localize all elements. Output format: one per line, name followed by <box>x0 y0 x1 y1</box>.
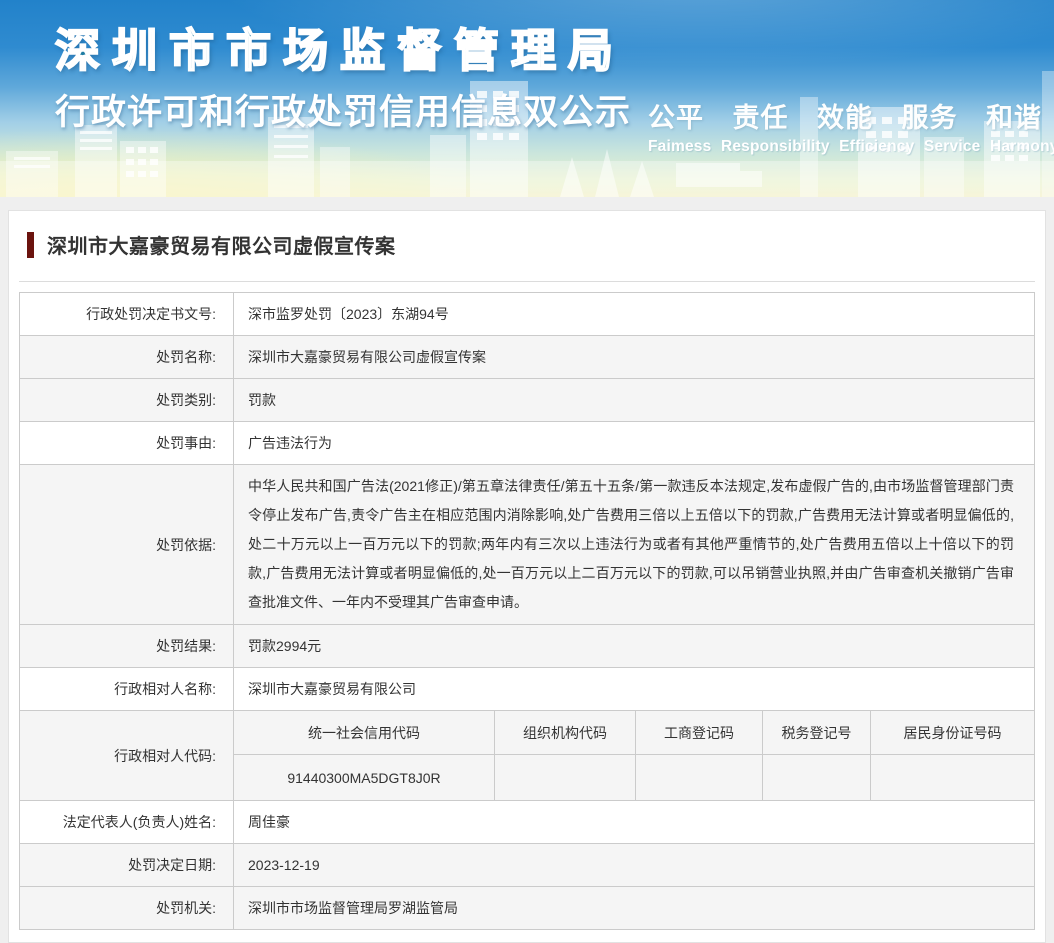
row-label: 处罚名称: <box>20 336 234 378</box>
row-label: 行政相对人名称: <box>20 668 234 710</box>
code-table-value-row: 91440300MA5DGT8J0R <box>234 755 1034 800</box>
code-value <box>636 755 763 800</box>
row-value: 深市监罗处罚〔2023〕东湖94号 <box>248 306 449 322</box>
party-code-table: 统一社会信用代码 组织机构代码 工商登记码 税务登记号 居民身份证号码 9144… <box>234 711 1034 800</box>
banner-subtitle: 行政许可和行政处罚信用信息双公示 <box>55 93 632 132</box>
code-value <box>495 755 636 800</box>
row-value: 中华人民共和国广告法(2021修正)/第五章法律责任/第五十五条/第一款违反本法… <box>248 478 1014 610</box>
row-label: 行政相对人代码: <box>20 711 234 800</box>
case-title-text: 深圳市大嘉豪贸易有限公司虚假宣传案 <box>47 236 396 258</box>
code-value <box>871 755 1034 800</box>
row-value: 广告违法行为 <box>248 435 332 451</box>
row-value: 罚款2994元 <box>248 638 322 654</box>
row-label: 处罚依据: <box>20 465 234 624</box>
row-party-codes: 行政相对人代码: 统一社会信用代码 组织机构代码 工商登记码 税务登记号 居民身… <box>20 711 1034 801</box>
code-column-header: 统一社会信用代码 <box>234 711 495 754</box>
row-label: 行政处罚决定书文号: <box>20 293 234 335</box>
title-divider <box>19 281 1035 282</box>
row-value: 2023-12-19 <box>248 857 320 873</box>
row-penalty-name: 处罚名称: 深圳市大嘉豪贸易有限公司虚假宣传案 <box>20 336 1034 379</box>
code-value: 91440300MA5DGT8J0R <box>234 755 495 800</box>
row-value: 罚款 <box>248 392 276 408</box>
code-column-header: 工商登记码 <box>636 711 763 754</box>
row-value: 深圳市大嘉豪贸易有限公司虚假宣传案 <box>248 349 486 365</box>
row-party-name: 行政相对人名称: 深圳市大嘉豪贸易有限公司 <box>20 668 1034 711</box>
content-panel: 深圳市大嘉豪贸易有限公司虚假宣传案 行政处罚决定书文号: 深市监罗处罚〔2023… <box>8 210 1046 943</box>
row-legal-representative: 法定代表人(负责人)姓名: 周佳豪 <box>20 801 1034 844</box>
title-accent-bar <box>27 231 34 258</box>
row-decision-number: 行政处罚决定书文号: 深市监罗处罚〔2023〕东湖94号 <box>20 293 1034 336</box>
row-penalty-category: 处罚类别: 罚款 <box>20 379 1034 422</box>
penalty-info-table: 行政处罚决定书文号: 深市监罗处罚〔2023〕东湖94号 处罚名称: 深圳市大嘉… <box>19 292 1035 930</box>
row-label: 处罚机关: <box>20 887 234 929</box>
agency-title: 深圳市市场监督管理局 <box>54 24 626 77</box>
header-banner: 深圳市市场监督管理局 行政许可和行政处罚信用信息双公示 公平 责任 效能 服务 … <box>0 0 1054 197</box>
code-table-header-row: 统一社会信用代码 组织机构代码 工商登记码 税务登记号 居民身份证号码 <box>234 711 1034 755</box>
row-value: 周佳豪 <box>248 814 290 830</box>
page-body: 深圳市大嘉豪贸易有限公司虚假宣传案 行政处罚决定书文号: 深市监罗处罚〔2023… <box>0 197 1054 943</box>
code-column-header: 税务登记号 <box>763 711 871 754</box>
row-decision-date: 处罚决定日期: 2023-12-19 <box>20 844 1034 887</box>
code-column-header: 组织机构代码 <box>495 711 636 754</box>
row-label: 法定代表人(负责人)姓名: <box>20 801 234 843</box>
row-value: 深圳市大嘉豪贸易有限公司 <box>248 681 416 697</box>
row-label: 处罚结果: <box>20 625 234 667</box>
row-penalty-result: 处罚结果: 罚款2994元 <box>20 625 1034 668</box>
row-label: 处罚类别: <box>20 379 234 421</box>
slogan-english: Faimess Responsibility Efficiency Servic… <box>648 138 1054 155</box>
code-column-header: 居民身份证号码 <box>903 724 1002 741</box>
slogan-chinese: 公平 责任 效能 服务 和谐 <box>648 103 1043 133</box>
row-label: 处罚决定日期: <box>20 844 234 886</box>
banner-slogan: 公平 责任 效能 服务 和谐 Faimess Responsibility Ef… <box>648 96 1054 156</box>
case-title: 深圳市大嘉豪贸易有限公司虚假宣传案 <box>19 230 1035 259</box>
row-penalty-reason: 处罚事由: 广告违法行为 <box>20 422 1034 465</box>
code-value <box>763 755 871 800</box>
row-penalty-basis: 处罚依据: 中华人民共和国广告法(2021修正)/第五章法律责任/第五十五条/第… <box>20 465 1034 625</box>
row-value: 深圳市市场监督管理局罗湖监管局 <box>248 900 458 916</box>
row-label: 处罚事由: <box>20 422 234 464</box>
